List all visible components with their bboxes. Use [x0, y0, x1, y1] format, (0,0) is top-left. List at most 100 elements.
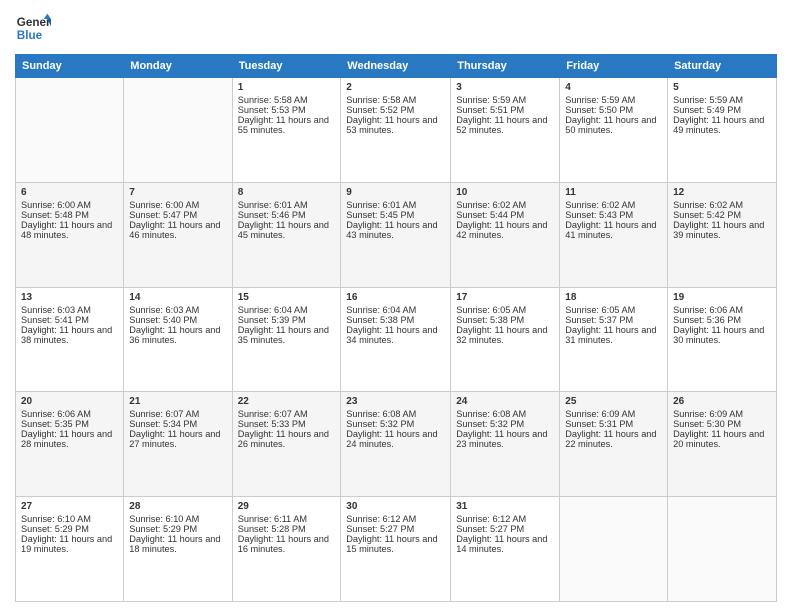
week-row-4: 27Sunrise: 6:10 AMSunset: 5:29 PMDayligh… — [16, 497, 777, 602]
sunset-text: Sunset: 5:33 PM — [238, 419, 336, 429]
calendar-cell: 29Sunrise: 6:11 AMSunset: 5:28 PMDayligh… — [232, 497, 341, 602]
sunset-text: Sunset: 5:27 PM — [456, 524, 554, 534]
sunrise-text: Sunrise: 6:12 AM — [346, 514, 445, 524]
weekday-header-monday: Monday — [124, 55, 232, 78]
sunset-text: Sunset: 5:49 PM — [673, 105, 771, 115]
daylight-text: Daylight: 11 hours and 20 minutes. — [673, 429, 771, 449]
day-number: 6 — [21, 187, 118, 198]
daylight-text: Daylight: 11 hours and 27 minutes. — [129, 429, 226, 449]
sunrise-text: Sunrise: 6:04 AM — [346, 305, 445, 315]
sunrise-text: Sunrise: 6:01 AM — [238, 200, 336, 210]
daylight-text: Daylight: 11 hours and 42 minutes. — [456, 220, 554, 240]
calendar-cell: 14Sunrise: 6:03 AMSunset: 5:40 PMDayligh… — [124, 287, 232, 392]
calendar-cell: 21 Sunrise: 6:07 AMSunset: 5:34 PMDayligh… — [124, 392, 232, 497]
daylight-text: Daylight: 11 hours and 30 minutes. — [673, 325, 771, 345]
sunset-text: Sunset: 5:30 PM — [673, 419, 771, 429]
sunrise-text: Sunrise: 5:58 AM — [238, 95, 336, 105]
day-number: 26 — [673, 396, 771, 407]
sunrise-text: Sunrise: 6:07 AM — [238, 409, 336, 419]
weekday-header-sunday: Sunday — [16, 55, 124, 78]
sunset-text: Sunset: 5:35 PM — [21, 419, 118, 429]
calendar-cell: 3Sunrise: 5:59 AMSunset: 5:51 PMDaylight… — [451, 78, 560, 183]
day-number: 5 — [673, 82, 771, 93]
header: General Blue — [15, 10, 777, 46]
day-number: 28 — [129, 501, 226, 512]
week-row-1: 6Sunrise: 6:00 AMSunset: 5:48 PMDaylight… — [16, 182, 777, 287]
sunrise-text: Sunrise: 6:10 AM — [21, 514, 118, 524]
sunset-text: Sunset: 5:47 PM — [129, 210, 226, 220]
sunrise-text: Sunrise: 6:00 AM — [129, 200, 226, 210]
day-number: 23 — [346, 396, 445, 407]
calendar-cell: 18Sunrise: 6:05 AMSunset: 5:37 PMDayligh… — [560, 287, 668, 392]
calendar-cell: 19Sunrise: 6:06 AMSunset: 5:36 PMDayligh… — [668, 287, 777, 392]
sunset-text: Sunset: 5:51 PM — [456, 105, 554, 115]
sunset-text: Sunset: 5:41 PM — [21, 315, 118, 325]
sunrise-text: Sunrise: 6:03 AM — [21, 305, 118, 315]
day-number: 24 — [456, 396, 554, 407]
sunrise-text: Sunrise: 6:08 AM — [456, 409, 554, 419]
daylight-text: Daylight: 11 hours and 28 minutes. — [21, 429, 118, 449]
day-number: 31 — [456, 501, 554, 512]
daylight-text: Daylight: 11 hours and 31 minutes. — [565, 325, 662, 345]
calendar-cell: 15Sunrise: 6:04 AMSunset: 5:39 PMDayligh… — [232, 287, 341, 392]
daylight-text: Daylight: 11 hours and 19 minutes. — [21, 534, 118, 554]
daylight-text: Daylight: 11 hours and 46 minutes. — [129, 220, 226, 240]
day-number: 30 — [346, 501, 445, 512]
day-number: 17 — [456, 292, 554, 303]
calendar-cell: 8Sunrise: 6:01 AMSunset: 5:46 PMDaylight… — [232, 182, 341, 287]
calendar-cell: 1Sunrise: 5:58 AMSunset: 5:53 PMDaylight… — [232, 78, 341, 183]
sunset-text: Sunset: 5:36 PM — [673, 315, 771, 325]
sunset-text: Sunset: 5:32 PM — [456, 419, 554, 429]
weekday-header-wednesday: Wednesday — [341, 55, 451, 78]
sunset-text: Sunset: 5:34 PM — [129, 419, 226, 429]
weekday-header-tuesday: Tuesday — [232, 55, 341, 78]
sunset-text: Sunset: 5:37 PM — [565, 315, 662, 325]
daylight-text: Daylight: 11 hours and 26 minutes. — [238, 429, 336, 449]
weekday-header-friday: Friday — [560, 55, 668, 78]
sunset-text: Sunset: 5:42 PM — [673, 210, 771, 220]
sunrise-text: Sunrise: 6:00 AM — [21, 200, 118, 210]
sunset-text: Sunset: 5:48 PM — [21, 210, 118, 220]
calendar-cell: 11Sunrise: 6:02 AMSunset: 5:43 PMDayligh… — [560, 182, 668, 287]
day-number: 11 — [565, 187, 662, 198]
page: General Blue SundayMondayTuesdayWednesda… — [0, 0, 792, 612]
daylight-text: Daylight: 11 hours and 16 minutes. — [238, 534, 336, 554]
sunset-text: Sunset: 5:27 PM — [346, 524, 445, 534]
daylight-text: Daylight: 11 hours and 24 minutes. — [346, 429, 445, 449]
sunrise-text: Sunrise: 6:09 AM — [673, 409, 771, 419]
day-number: 1 — [238, 82, 336, 93]
sunrise-text: Sunrise: 6:02 AM — [565, 200, 662, 210]
daylight-text: Daylight: 11 hours and 52 minutes. — [456, 115, 554, 135]
daylight-text: Daylight: 11 hours and 34 minutes. — [346, 325, 445, 345]
weekday-header-thursday: Thursday — [451, 55, 560, 78]
calendar-cell: 25Sunrise: 6:09 AMSunset: 5:31 PMDayligh… — [560, 392, 668, 497]
sunset-text: Sunset: 5:50 PM — [565, 105, 662, 115]
day-number: 9 — [346, 187, 445, 198]
calendar-cell: 12Sunrise: 6:02 AMSunset: 5:42 PMDayligh… — [668, 182, 777, 287]
sunset-text: Sunset: 5:28 PM — [238, 524, 336, 534]
sunrise-text: Sunrise: 6:11 AM — [238, 514, 336, 524]
week-row-3: 20Sunrise: 6:06 AMSunset: 5:35 PMDayligh… — [16, 392, 777, 497]
calendar-cell: 4Sunrise: 5:59 AMSunset: 5:50 PMDaylight… — [560, 78, 668, 183]
daylight-text: Daylight: 11 hours and 32 minutes. — [456, 325, 554, 345]
day-number: 20 — [21, 396, 118, 407]
sunrise-text: Sunrise: 6:12 AM — [456, 514, 554, 524]
calendar-cell: 7 Sunrise: 6:00 AMSunset: 5:47 PMDaylight… — [124, 182, 232, 287]
sunrise-text: Sunrise: 6:05 AM — [456, 305, 554, 315]
sunset-text: Sunset: 5:39 PM — [238, 315, 336, 325]
day-number: 21 — [129, 396, 226, 407]
sunset-text: Sunset: 5:52 PM — [346, 105, 445, 115]
sunrise-text: Sunrise: 6:07 AM — [129, 409, 226, 419]
day-number: 12 — [673, 187, 771, 198]
day-number: 4 — [565, 82, 662, 93]
day-number: 13 — [21, 292, 118, 303]
daylight-text: Daylight: 11 hours and 45 minutes. — [238, 220, 336, 240]
day-number: 7 — [129, 187, 226, 198]
day-number: 27 — [21, 501, 118, 512]
calendar-cell: 23Sunrise: 6:08 AMSunset: 5:32 PMDayligh… — [341, 392, 451, 497]
sunrise-text: Sunrise: 6:08 AM — [346, 409, 445, 419]
sunrise-text: Sunrise: 6:02 AM — [673, 200, 771, 210]
daylight-text: Daylight: 11 hours and 55 minutes. — [238, 115, 336, 135]
sunset-text: Sunset: 5:46 PM — [238, 210, 336, 220]
sunset-text: Sunset: 5:43 PM — [565, 210, 662, 220]
